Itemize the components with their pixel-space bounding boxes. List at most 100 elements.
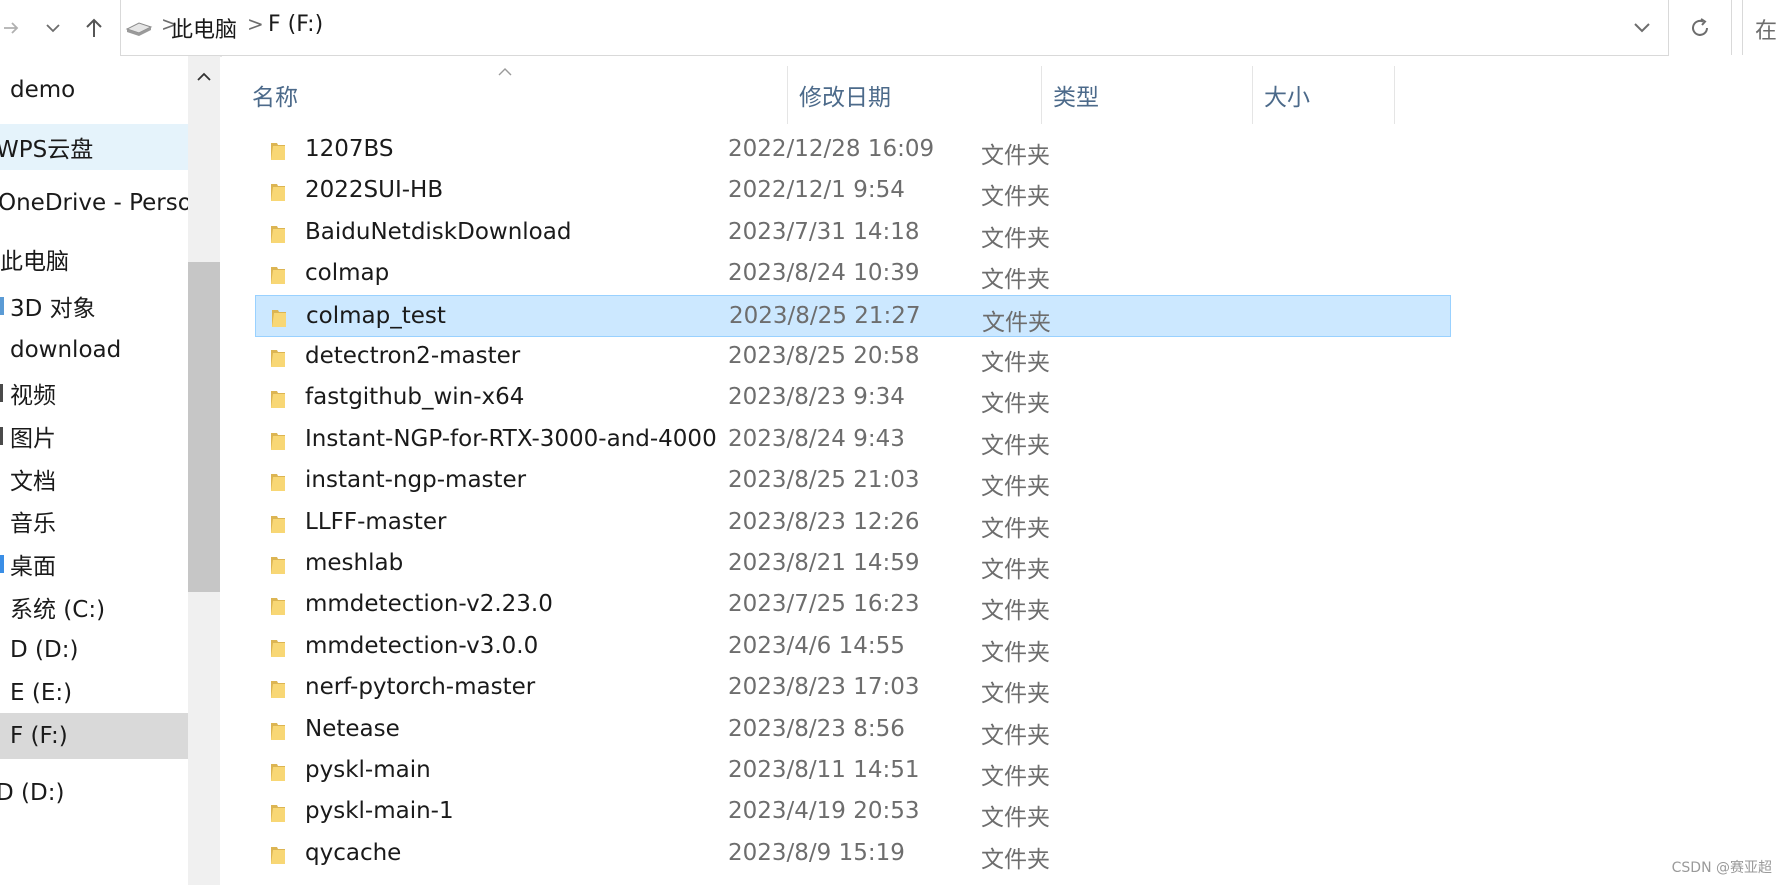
file-row[interactable]: colmap_test 2023/8/25 21:27 文件夹 <box>255 294 1451 337</box>
file-row[interactable]: BaiduNetdiskDownload 2023/7/31 14:18 文件夹 <box>255 212 1451 254</box>
chevron-down-icon <box>46 24 60 33</box>
file-date: 2023/8/24 10:39 <box>728 260 920 287</box>
sidebar-item-this-pc[interactable]: 此电脑 <box>0 236 188 282</box>
file-row[interactable]: meshlab 2023/8/21 14:59 文件夹 <box>255 543 1451 585</box>
file-name: mmdetection-v2.23.0 <box>305 591 553 618</box>
folder-icon <box>271 805 285 823</box>
up-button[interactable] <box>78 8 110 48</box>
arrow-up-icon <box>86 18 102 37</box>
sidebar-item-drive-d-2[interactable]: D (D:) <box>0 770 188 816</box>
file-date: 2023/8/25 20:58 <box>728 343 920 369</box>
file-name: qycache <box>305 839 402 866</box>
folder-icon <box>271 764 285 781</box>
folder-icon <box>271 598 285 616</box>
sidebar-item-download[interactable]: download <box>0 327 188 373</box>
sidebar-item-label: download <box>10 337 122 363</box>
watermark: CSDN @赛亚超 <box>1671 860 1772 876</box>
file-name: BaiduNetdiskDownload <box>305 218 572 245</box>
sidebar-item-drive-f[interactable]: F (F:) <box>0 713 188 759</box>
file-name: 2022SUI-HB <box>305 177 444 204</box>
video-icon <box>0 384 3 402</box>
sidebar-item-label: 音乐 <box>10 511 56 537</box>
search-box[interactable]: 在 <box>1742 0 1782 55</box>
file-row[interactable]: detectron2-master 2023/8/25 20:58 文件夹 <box>255 336 1451 378</box>
file-type: 文件夹 <box>981 515 1050 542</box>
arrow-right-icon <box>4 22 19 34</box>
file-type: 文件夹 <box>981 474 1050 501</box>
file-row[interactable]: instant-ngp-master 2023/8/25 21:03 文件夹 <box>255 460 1451 502</box>
breadcrumb-separator[interactable]: > <box>247 12 264 36</box>
folder-icon <box>271 846 285 864</box>
file-row[interactable]: LLFF-master 2023/8/23 12:26 文件夹 <box>255 502 1451 544</box>
column-header-label: 名称 <box>252 85 298 111</box>
forward-button[interactable] <box>0 8 24 48</box>
sidebar-item-drive-d[interactable]: D (D:) <box>0 627 188 673</box>
file-row[interactable]: pyskl-main 2023/8/11 14:51 文件夹 <box>255 750 1451 792</box>
folder-icon <box>272 309 286 327</box>
file-date: 2023/8/11 14:51 <box>728 757 920 783</box>
sidebar-item-label: 此电脑 <box>0 249 69 275</box>
file-date: 2023/7/31 14:18 <box>728 218 920 245</box>
sidebar-item-pictures[interactable]: 图片 <box>0 413 188 459</box>
navigation-pane: demo WPS云盘 OneDrive - Personal 此电脑 3D 对象… <box>0 56 188 885</box>
file-date: 2023/8/23 8:56 <box>728 715 905 742</box>
folder-icon <box>0 297 4 315</box>
sidebar-item-desktop[interactable]: 桌面 <box>0 541 188 587</box>
sidebar-item-drive-e[interactable]: E (E:) <box>0 670 188 716</box>
refresh-button[interactable] <box>1669 0 1732 55</box>
folder-icon <box>271 515 285 533</box>
sidebar-item-onedrive[interactable]: OneDrive - Personal <box>0 180 188 226</box>
file-list: 名称 修改日期 类型 大小 1207BS 2022/12/28 16:09 文件夹 2… <box>222 56 1782 885</box>
sidebar-item-3d-objects[interactable]: 3D 对象 <box>0 283 188 329</box>
scroll-up-button[interactable] <box>188 66 220 96</box>
file-type: 文件夹 <box>981 639 1050 666</box>
sidebar-item-music[interactable]: 音乐 <box>0 498 188 544</box>
breadcrumb-drive-f[interactable]: F (F:) <box>268 12 323 37</box>
file-row[interactable]: qycache 2023/8/9 15:19 文件夹 <box>255 833 1451 875</box>
file-name: pyskl-main <box>305 757 431 783</box>
file-row[interactable]: nerf-pytorch-master 2023/8/23 17:03 文件夹 <box>255 667 1451 709</box>
column-header-name[interactable]: 名称 <box>242 66 788 124</box>
sidebar-item-label: 图片 <box>10 426 56 452</box>
desktop-icon <box>0 555 4 573</box>
folder-icon <box>271 474 285 492</box>
file-row[interactable]: 2022SUI-HB 2022/12/1 9:54 文件夹 <box>255 170 1451 212</box>
file-row[interactable]: mmdetection-v2.23.0 2023/7/25 16:23 文件夹 <box>255 584 1451 626</box>
sidebar-item-videos[interactable]: 视频 <box>0 370 188 416</box>
file-date: 2023/8/23 12:26 <box>728 508 920 535</box>
file-name: LLFF-master <box>305 508 447 535</box>
file-name: Instant-NGP-for-RTX-3000-and-4000 <box>305 425 717 452</box>
address-bar[interactable]: > 此电脑 > F (F:) <box>120 0 1669 56</box>
file-row[interactable]: colmap 2023/8/24 10:39 文件夹 <box>255 253 1451 295</box>
file-name: nerf-pytorch-master <box>305 674 536 701</box>
folder-icon <box>271 267 285 285</box>
file-row[interactable]: pyskl-main-1 2023/4/19 20:53 文件夹 <box>255 791 1451 833</box>
address-dropdown-button[interactable] <box>1634 14 1650 38</box>
sidebar-item-drive-c[interactable]: 系统 (C:) <box>0 584 188 630</box>
file-row[interactable]: fastgithub_win-x64 2023/8/23 9:34 文件夹 <box>255 377 1451 419</box>
column-header-size[interactable]: 大小 <box>1254 66 1395 124</box>
sidebar-item-wps-cloud[interactable]: WPS云盘 <box>0 124 188 170</box>
sidebar-item-demo[interactable]: demo <box>0 67 188 113</box>
column-header-type[interactable]: 类型 <box>1043 66 1253 124</box>
folder-icon <box>271 681 285 699</box>
folder-icon <box>271 391 285 409</box>
sidebar-item-label: F (F:) <box>10 723 68 749</box>
file-row[interactable]: Netease 2023/8/23 8:56 文件夹 <box>255 709 1451 751</box>
folder-icon <box>271 432 285 450</box>
folder-icon <box>271 184 285 202</box>
file-row[interactable]: mmdetection-v3.0.0 2023/4/6 14:55 文件夹 <box>255 626 1451 668</box>
address-toolbar: > 此电脑 > F (F:) 在 <box>0 0 1782 57</box>
file-date: 2022/12/1 9:54 <box>728 177 905 204</box>
file-row[interactable]: Instant-NGP-for-RTX-3000-and-4000 2023/8/… <box>255 419 1451 461</box>
breadcrumb-this-pc[interactable]: 此电脑 <box>171 12 237 44</box>
file-type: 文件夹 <box>982 309 1051 336</box>
sidebar-scrollbar-thumb[interactable] <box>188 262 220 592</box>
recent-locations-button[interactable] <box>40 8 66 48</box>
file-type: 文件夹 <box>981 722 1050 749</box>
column-header-date[interactable]: 修改日期 <box>789 66 1042 124</box>
search-placeholder: 在 <box>1755 19 1778 44</box>
sidebar-item-documents[interactable]: 文档 <box>0 456 188 502</box>
file-name: meshlab <box>305 550 404 576</box>
file-row[interactable]: 1207BS 2022/12/28 16:09 文件夹 <box>255 129 1451 171</box>
